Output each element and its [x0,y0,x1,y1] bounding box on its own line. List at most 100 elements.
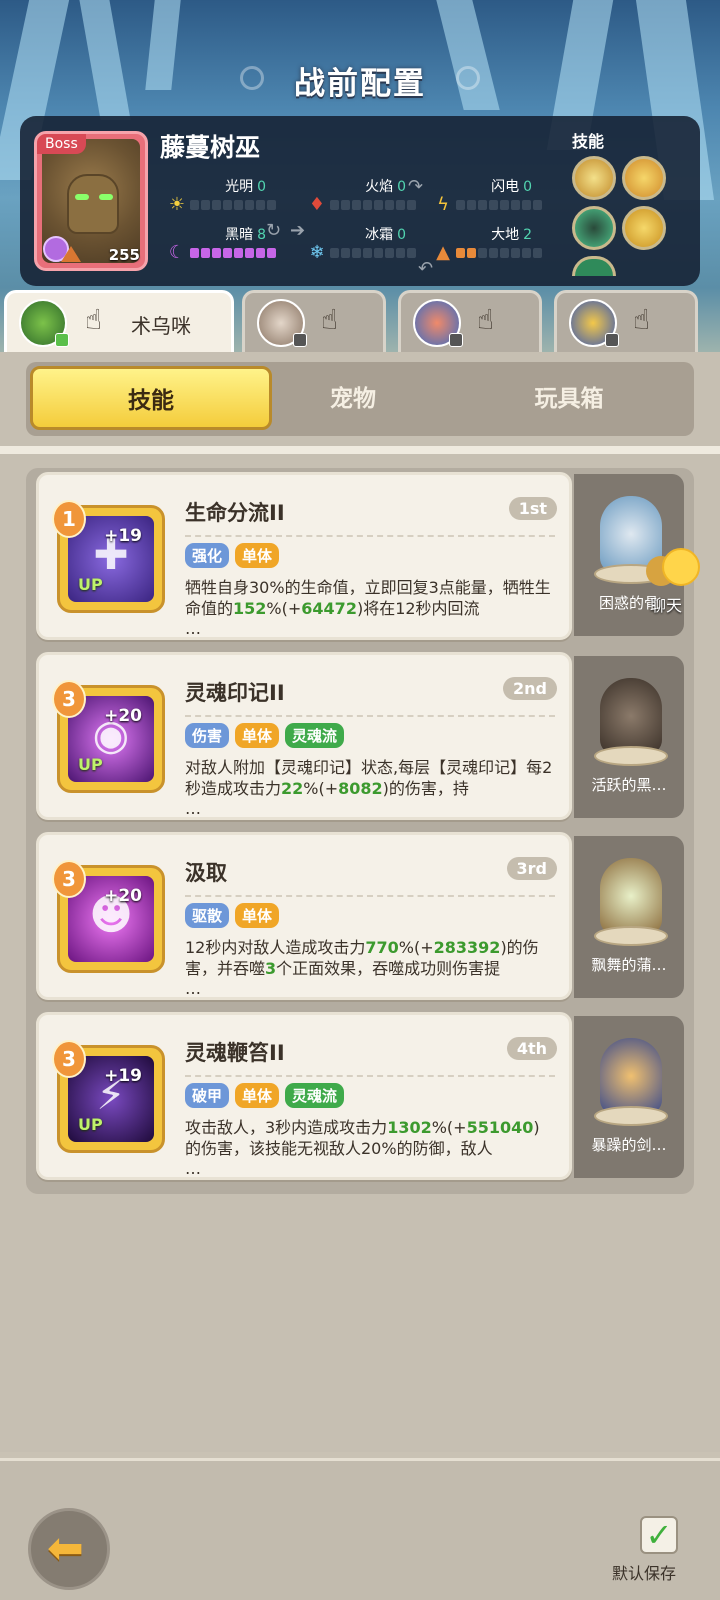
description-ellipsis: … [185,799,201,818]
skill-tag: 驱散 [185,903,230,928]
cycle-arrow-icon: ↻ [266,220,282,241]
tab-toybox[interactable]: 玩具箱 [496,362,642,436]
element-light: 光明 0 ☀ [166,176,286,216]
default-save-checkbox[interactable]: ✓ [640,1516,678,1554]
skill-title: 汲取 [185,861,227,885]
skill-plus-level: +20 [104,706,142,726]
skill-tag: 强化 [185,543,230,568]
upgrade-tag: UP [78,575,103,594]
skill-card-2[interactable]: ◉ +20 UP 3 灵魂印记II 2nd 伤害 单体 灵魂流 对敌人附加【灵魂… [36,652,572,820]
description-ellipsis: … [185,1159,201,1178]
skill-card-1[interactable]: ✚ +19 UP 1 生命分流II 1st 强化 单体 牺牲自身30%的生命值，… [36,472,572,640]
hero-tab-1[interactable]: ☝ 术乌咪 [4,290,234,352]
element-frost: 冰霜 0 ❄ [306,224,426,264]
divider [0,446,720,454]
boss-tag: Boss [37,134,86,154]
skill-description: 攻击敌人，3秒内造成攻击力1302%(+551040)的伤害，该技能无视敌人20… [185,1118,540,1158]
skill-card-4[interactable]: ⚡ +19 UP 3 灵魂鞭笞II 4th 破甲 单体 灵魂流 攻击敌人，3秒内… [36,1012,572,1180]
skill-icon-frame[interactable]: ◉ +20 UP 3 [52,680,165,793]
hero-name: 术乌咪 [131,314,191,338]
pet-slot-4[interactable]: 暴躁的剑… [574,1016,684,1178]
boss-skill-1-icon[interactable] [572,156,616,200]
pet-name: 活跃的黑… [591,776,667,794]
skill-icon-frame[interactable]: ☻ +20 3 [52,860,165,973]
boss-character-image [67,174,119,234]
lightning-icon: ϟ [437,194,449,215]
skill-tag: 单体 [235,1083,280,1108]
boss-skill-4-icon[interactable] [622,206,666,250]
page-title: 战前配置 [294,66,426,102]
hand-pointer-icon: ☝ [321,303,339,336]
skill-level-badge: 3 [52,680,86,718]
skill-description: 牺牲自身30%的生命值，立即回复3点能量，牺牲生命值的152%(+64472)将… [185,578,551,618]
pet-slot-3[interactable]: 飘舞的蒲… [574,836,684,998]
boss-skill-3-icon[interactable] [572,206,616,250]
hero-tab-3[interactable]: ☝ [398,290,542,352]
hero-badge-icon [293,333,307,347]
boss-name: 藤蔓树巫 [160,133,261,162]
skill-tag: 灵魂流 [285,723,345,748]
smiley-icon [662,548,700,586]
pet-name: 暴躁的剑… [591,1136,667,1154]
hero-tab-4[interactable]: ☝ [554,290,698,352]
default-save-label[interactable]: 默认保存 [612,1560,676,1584]
skill-level-badge: 3 [52,1040,86,1078]
skill-description: 对敌人附加【灵魂印记】状态,每层【灵魂印记】每2秒造成攻击力22%(+8082)… [185,758,553,798]
skill-description: 12秒内对敌人造成攻击力770%(+283392)的伤害，并吞噬3个正面效果，吞… [185,938,539,978]
section-tab-bar: 技能 宠物 玩具箱 [26,362,694,436]
upgrade-tag: UP [78,755,103,774]
skill-title: 生命分流II [185,501,285,525]
hand-pointer-icon: ☝ [633,303,651,336]
pet-slot-2[interactable]: 活跃的黑… [574,656,684,818]
skill-tag: 单体 [235,543,280,568]
chat-label[interactable]: 聊天 [650,592,682,616]
moon-icon: ☾ [168,242,186,263]
skill-level-badge: 1 [52,500,86,538]
skill-title: 灵魂印记II [185,681,285,705]
hero-tab-2[interactable]: ☝ [242,290,386,352]
pet-pedestal [594,1106,668,1126]
description-ellipsis: … [185,979,201,998]
boss-skill-2-icon[interactable] [622,156,666,200]
right-arrow-icon: ➔ [290,220,306,241]
skill-icon-frame[interactable]: ✚ +19 UP 1 [52,500,165,613]
hero-badge-icon [605,333,619,347]
pet-pedestal [594,926,668,946]
hand-pointer-icon: ☝ [477,303,495,336]
boss-skill-5-icon[interactable] [572,256,616,276]
skill-tag: 破甲 [185,1083,230,1108]
skill-tag: 灵魂流 [285,1083,345,1108]
pet-pedestal [594,746,668,766]
cycle-arrow-icon: ↷ [408,176,424,197]
upgrade-tag: UP [78,1115,103,1134]
pet-name: 飘舞的蒲… [591,956,667,974]
skill-plus-level: +19 [104,1066,142,1086]
boss-skills-label: 技能 [572,132,605,151]
back-arrow-icon: ⬅ [47,1523,84,1574]
earth-element-icon [61,246,81,262]
skill-tag: 伤害 [185,723,230,748]
snowflake-icon: ❄ [309,242,325,263]
skill-rank-badge: 4th [506,1037,557,1060]
description-ellipsis: … [185,619,201,638]
tab-skills[interactable]: 技能 [30,366,272,430]
boss-portrait[interactable]: Boss 255 [34,131,148,271]
earth-icon: ▲ [436,242,450,263]
pet-image [600,1038,662,1114]
fire-icon: ♦ [308,194,326,215]
skill-icon-frame[interactable]: ⚡ +19 UP 3 [52,1040,165,1153]
skill-tag: 单体 [235,903,280,928]
boss-level: 255 [108,246,140,264]
tab-pets[interactable]: 宠物 [280,362,426,436]
skill-plus-level: +19 [104,526,142,546]
element-lightning: 闪电 0 ϟ [432,176,552,216]
skill-tag: 单体 [235,723,280,748]
skill-rank-badge: 3rd [506,857,557,880]
cycle-arrow-icon: ↶ [418,258,434,279]
skill-rank-badge: 1st [508,497,557,520]
skill-card-3[interactable]: ☻ +20 3 汲取 3rd 驱散 单体 12秒内对敌人造成攻击力770%(+2… [36,832,572,1000]
hand-pointer-icon: ☝ [85,303,103,336]
sun-icon: ☀ [168,194,186,215]
back-button[interactable]: ⬅ [28,1508,110,1590]
skill-plus-level: +20 [104,886,142,906]
